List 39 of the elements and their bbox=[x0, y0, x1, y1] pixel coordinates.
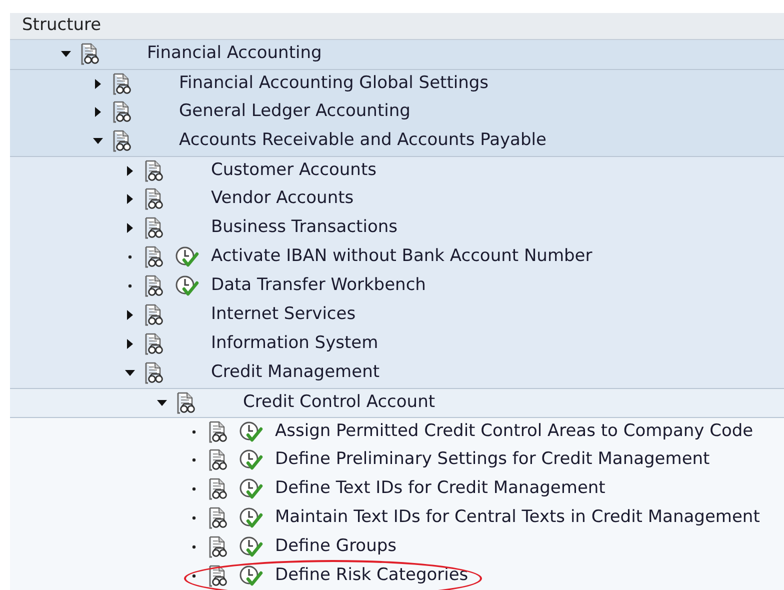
bullet-icon bbox=[192, 430, 196, 434]
bullet-icon bbox=[192, 545, 196, 549]
clock-check-icon[interactable] bbox=[239, 507, 263, 529]
clock-check-icon[interactable] bbox=[239, 536, 263, 558]
expand-triangle-icon[interactable] bbox=[95, 107, 101, 117]
tree-node-label[interactable]: Maintain Text IDs for Central Texts in Credit Management bbox=[275, 505, 760, 531]
bullet-icon bbox=[192, 516, 196, 520]
clock-check-icon[interactable] bbox=[175, 246, 199, 268]
bullet-icon bbox=[192, 574, 196, 578]
tree-node-label[interactable]: Customer Accounts bbox=[211, 158, 376, 184]
clock-check-icon[interactable] bbox=[239, 565, 263, 587]
tree-node-label[interactable]: Internet Services bbox=[211, 302, 356, 328]
expand-triangle-icon[interactable] bbox=[127, 223, 133, 233]
clock-check-icon[interactable] bbox=[239, 449, 263, 471]
tree-node-label[interactable]: Information System bbox=[211, 331, 378, 357]
expand-triangle-icon[interactable] bbox=[127, 194, 133, 204]
clock-check-icon[interactable] bbox=[175, 275, 199, 297]
expand-triangle-icon[interactable] bbox=[127, 339, 133, 349]
tree-node-label[interactable]: Credit Management bbox=[211, 360, 380, 386]
collapse-triangle-icon[interactable] bbox=[157, 400, 167, 406]
tree-node-label[interactable]: Define Text IDs for Credit Management bbox=[275, 476, 606, 502]
tree-node-label[interactable]: Assign Permitted Credit Control Areas to Company Code bbox=[275, 418, 754, 444]
expand-triangle-icon[interactable] bbox=[95, 78, 101, 88]
expand-triangle-icon[interactable] bbox=[127, 166, 133, 176]
collapse-triangle-icon[interactable] bbox=[61, 51, 71, 57]
tree-node-label[interactable]: Vendor Accounts bbox=[211, 186, 354, 212]
clock-check-icon[interactable] bbox=[239, 478, 263, 500]
bullet-icon bbox=[192, 487, 196, 491]
tree-node-label[interactable]: Define Risk Categories bbox=[275, 563, 468, 589]
expand-triangle-icon[interactable] bbox=[127, 310, 133, 320]
bullet-icon bbox=[192, 458, 196, 462]
bullet-icon bbox=[128, 255, 132, 259]
tree-node-label[interactable]: Define Preliminary Settings for Credit Management bbox=[275, 447, 710, 473]
tree-node-label[interactable]: Define Groups bbox=[275, 534, 397, 560]
structure-header: Structure bbox=[10, 13, 784, 40]
collapse-triangle-icon[interactable] bbox=[93, 138, 103, 144]
collapse-triangle-icon[interactable] bbox=[125, 370, 135, 376]
bullet-icon bbox=[128, 284, 132, 288]
clock-check-icon[interactable] bbox=[239, 420, 263, 442]
